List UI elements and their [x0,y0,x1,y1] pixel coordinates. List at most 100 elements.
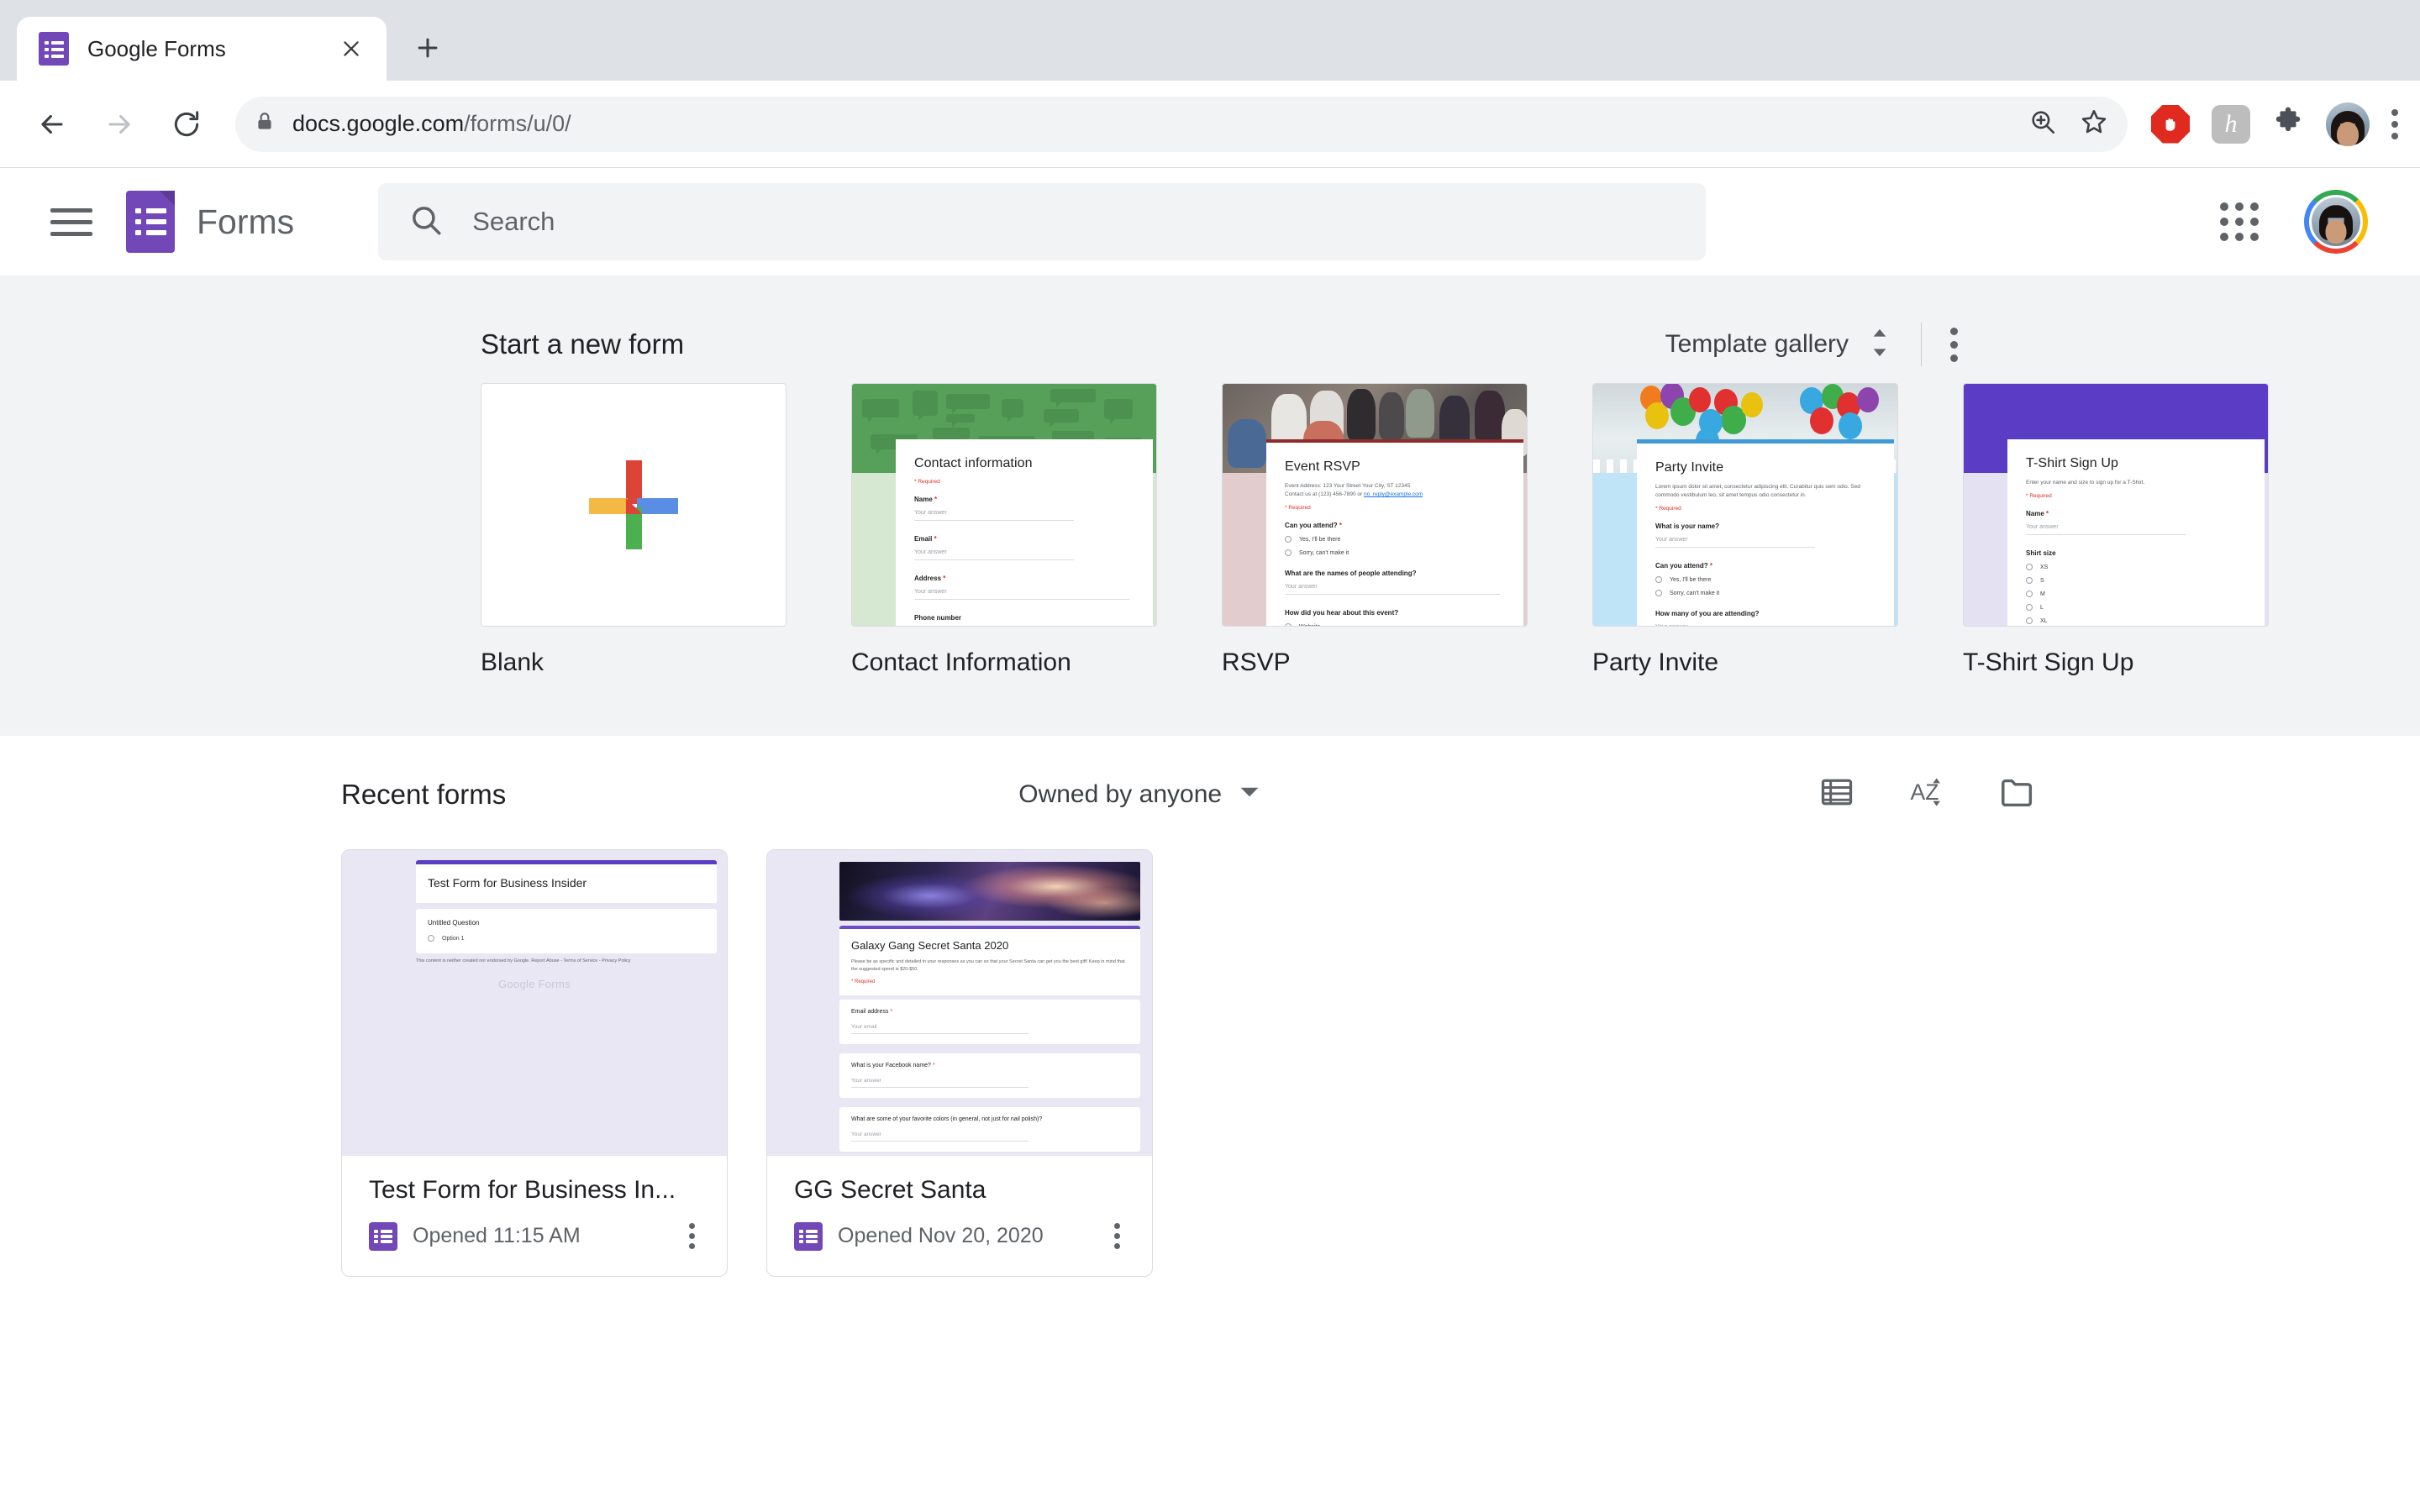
apps-grid-icon[interactable] [2220,202,2259,241]
template-name: T-Shirt Sign Up [1963,648,2134,676]
owner-filter-dropdown[interactable]: Owned by anyone [1018,780,1260,809]
template-name: Blank [481,648,544,676]
form-card-footer: Test Form for Business In... Opened 11:1… [342,1156,727,1276]
browser-tab[interactable]: Google Forms [17,17,387,81]
back-button[interactable] [22,94,82,155]
template-card-contact-information[interactable]: Contact information * Required Name * Yo… [851,383,1157,677]
preview-question: Untitled Question [428,919,480,927]
template-more-options-icon[interactable] [1950,327,1958,362]
close-icon[interactable] [333,30,370,67]
forward-button[interactable] [89,94,150,155]
preview-answer: Your answer [914,510,1075,521]
preview-required-note: * Required [2026,493,2052,500]
preview-option: XS [2026,564,2248,571]
preview-answer: Your answer [851,1131,1029,1142]
radio-icon [1285,549,1292,557]
preview-question-block: What is your Facebook name? * Your answe… [839,1053,1140,1098]
preview-banner-image [839,862,1140,921]
preview-description: Enter your name and size to sign up for … [2026,480,2145,486]
preview-question-block: Email address * Your email [839,1000,1140,1044]
template-card-blank[interactable]: Blank [481,383,786,677]
star-icon[interactable] [2079,107,2109,141]
sort-az-icon[interactable]: AZ [1907,773,1946,816]
chrome-menu-icon[interactable] [2391,108,2398,139]
preview-question: Can you attend? * [1285,522,1343,530]
preview-form-title: Contact information [914,456,1033,470]
template-thumbnail: Contact information * Required Name * Yo… [851,383,1157,627]
template-form-preview: Contact information * Required Name * Yo… [896,439,1153,626]
folder-icon[interactable] [1998,774,2037,815]
honey-icon[interactable]: h [2212,104,2250,144]
adblock-icon[interactable] [2151,104,2190,144]
preview-option: S [2026,577,2248,585]
preview-option: XL [2026,617,2248,625]
preview-question: Phone number [914,614,962,622]
search-bar[interactable]: Search [378,183,1707,260]
template-gallery-label: Template gallery [1665,330,1849,358]
search-input[interactable]: Search [472,207,555,237]
preview-answer: Your answer [851,1078,1029,1088]
form-card-title: Test Form for Business In... [369,1176,676,1204]
preview-question: Can you attend? * [1655,562,1713,570]
preview-question: What are some of your favorite colors (i… [851,1116,1043,1122]
preview-answer: Your answer [914,589,1130,600]
chevron-down-icon [1239,785,1260,804]
template-card-t-shirt-sign-up[interactable]: T-Shirt Sign Up Enter your name and size… [1963,383,2269,677]
account-avatar[interactable] [2304,190,2368,254]
preview-brand: Google Forms [498,978,571,990]
extensions-icon[interactable] [2272,106,2304,142]
form-card-more-options-icon[interactable] [681,1218,703,1254]
radio-icon [2026,564,2033,571]
preview-question-block: What are some of your favorite colors (i… [839,1107,1140,1152]
radio-icon [1285,623,1292,626]
main-menu-icon[interactable] [40,207,116,236]
tab-strip: Google Forms [0,0,2420,81]
preview-option: Website [1285,623,1507,626]
preview-answer: Your answer [914,549,1075,560]
reload-button[interactable] [156,94,217,155]
preview-question: Shirt size [2026,549,2056,558]
forms-app: Forms Search Start a new form Template g… [0,168,2420,1512]
preview-header-block: Galaxy Gang Secret Santa 2020 Please be … [839,926,1140,995]
preview-answer: Your answer [1655,537,1816,549]
forms-file-icon [794,1221,823,1251]
preview-option: Yes, I'll be there [1285,536,1507,543]
address-bar[interactable]: docs.google.com/forms/u/0/ [235,96,2128,152]
preview-question: Address * [914,575,946,582]
radio-icon [1655,576,1662,584]
plus-icon [589,460,678,549]
form-card-more-options-icon[interactable] [1106,1218,1128,1254]
template-form-preview: Party Invite Lorem ipsum dolor sit amet,… [1637,439,1894,626]
template-name: Contact Information [851,648,1071,676]
template-name: Party Invite [1592,648,1719,676]
app-header: Forms Search [0,168,2420,276]
form-card-opened: Opened Nov 20, 2020 [838,1224,1044,1247]
url-domain: docs.google.com [292,111,465,136]
lock-icon [254,111,276,137]
recent-forms-header: Recent forms Owned by anyone AZ [341,773,2075,816]
preview-question: Email * [914,535,937,543]
form-thumbnail: Galaxy Gang Secret Santa 2020 Please be … [767,850,1152,1156]
template-card-rsvp[interactable]: Event RSVP Event Address: 123 Your Stree… [1222,383,1528,677]
template-card-party-invite[interactable]: Party Invite Lorem ipsum dolor sit amet,… [1592,383,1898,677]
preview-form-title: Test Form for Business Insider [416,860,717,903]
zoom-in-icon[interactable] [2028,108,2057,140]
preview-question: How many of you are attending? [1655,610,1760,618]
radio-icon [2026,591,2033,598]
template-gallery-button[interactable]: Template gallery [1665,324,1892,365]
new-tab-button[interactable] [398,18,457,77]
preview-email-link[interactable]: no_reply@example.com [1364,491,1423,497]
preview-required-note: * Required [1655,506,1681,512]
browser-profile-avatar[interactable] [2326,102,2370,146]
preview-question: Name * [914,496,938,503]
form-card[interactable]: Test Form for Business Insider Untitled … [341,849,728,1277]
search-icon [408,202,444,242]
preview-disclaimer: This content is neither created nor endo… [416,958,631,963]
radio-icon [1285,536,1292,543]
recent-view-controls: AZ [1818,773,2075,816]
preview-question: What is your name? [1655,522,1720,531]
form-card[interactable]: Galaxy Gang Secret Santa 2020 Please be … [766,849,1153,1277]
list-view-icon[interactable] [1818,774,1855,815]
preview-question: What is your Facebook name? * [851,1063,935,1068]
preview-question: Email address * [851,1009,893,1015]
